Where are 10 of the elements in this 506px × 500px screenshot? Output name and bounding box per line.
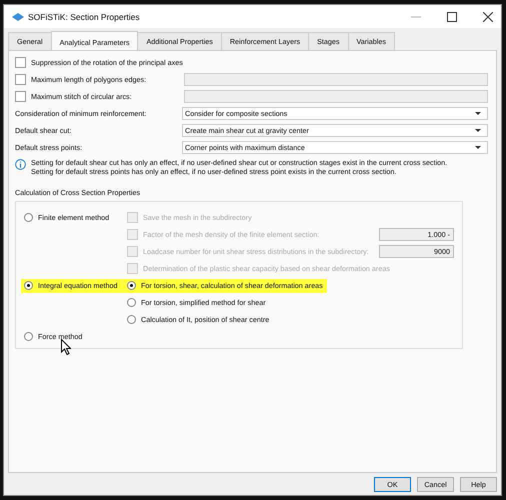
caret-icon — [475, 112, 481, 115]
mouse-pointer-icon — [61, 339, 71, 355]
maximize-icon[interactable] — [447, 12, 457, 22]
app-logo-icon — [12, 12, 24, 20]
close-icon[interactable] — [483, 12, 493, 22]
info-icon — [15, 159, 26, 170]
window-title: SOFiSTiK: Section Properties — [28, 12, 140, 22]
caret-icon — [475, 146, 481, 149]
checkbox[interactable] — [15, 57, 26, 68]
caret-icon — [475, 129, 481, 132]
